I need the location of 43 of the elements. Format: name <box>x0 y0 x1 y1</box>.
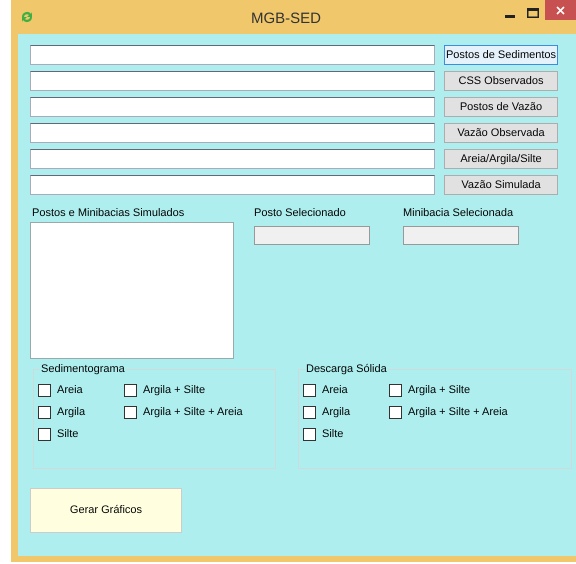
refresh-icon <box>19 9 35 25</box>
path-field[interactable] <box>30 149 435 169</box>
checkbox-label: Argila <box>322 406 350 418</box>
checkbox-label: Argila <box>57 406 86 418</box>
field-label: Posto Selecionado <box>254 207 347 220</box>
load-button[interactable]: Postos de Vazão <box>444 97 558 117</box>
close-icon <box>556 6 565 14</box>
group-title: Descarga Sólida <box>305 363 388 376</box>
path-field[interactable] <box>30 97 435 117</box>
checkbox-label: Argila + Silte <box>408 384 470 396</box>
checkbox-label: Silte <box>322 428 344 440</box>
load-button[interactable]: CSS Observados <box>444 71 558 91</box>
path-field[interactable] <box>30 175 435 195</box>
checkbox-label: Argila + Silte + Areia <box>408 406 508 418</box>
checkbox[interactable] <box>38 406 51 418</box>
checkbox[interactable] <box>389 384 402 396</box>
maximize-icon[interactable] <box>527 8 539 18</box>
checkbox-label: Areia <box>57 384 83 396</box>
path-field[interactable] <box>30 123 435 143</box>
checkbox[interactable] <box>38 384 51 396</box>
checkbox[interactable] <box>303 428 316 440</box>
path-field[interactable] <box>30 71 435 91</box>
path-field[interactable] <box>30 45 435 65</box>
field-label: Minibacia Selecionada <box>403 207 514 220</box>
checkbox-label: Silte <box>57 428 78 440</box>
checkbox[interactable] <box>303 384 316 396</box>
load-button[interactable]: Vazão Simulada <box>444 175 558 195</box>
list-label: Postos e Minibacias Simulados <box>32 207 186 220</box>
generate-charts-button[interactable]: Gerar Gráficos <box>30 488 182 533</box>
checkbox-label: Argila + Silte <box>143 384 206 396</box>
checkbox[interactable] <box>124 384 137 396</box>
checkbox[interactable] <box>303 406 316 418</box>
group-title: Sedimentograma <box>40 363 126 376</box>
checkbox-label: Areia <box>322 384 348 396</box>
checkbox[interactable] <box>389 406 402 418</box>
close-button[interactable] <box>545 0 576 20</box>
load-button[interactable]: Vazão Observada <box>444 123 558 143</box>
checkbox[interactable] <box>38 428 51 440</box>
load-button[interactable]: Postos de Sedimentos <box>444 45 558 65</box>
checkbox[interactable] <box>124 406 137 418</box>
checkbox-label: Argila + Silte + Areia <box>143 406 243 418</box>
load-button[interactable]: Areia/Argila/Silte <box>444 149 558 169</box>
window-title: MGB-SED <box>251 9 322 29</box>
